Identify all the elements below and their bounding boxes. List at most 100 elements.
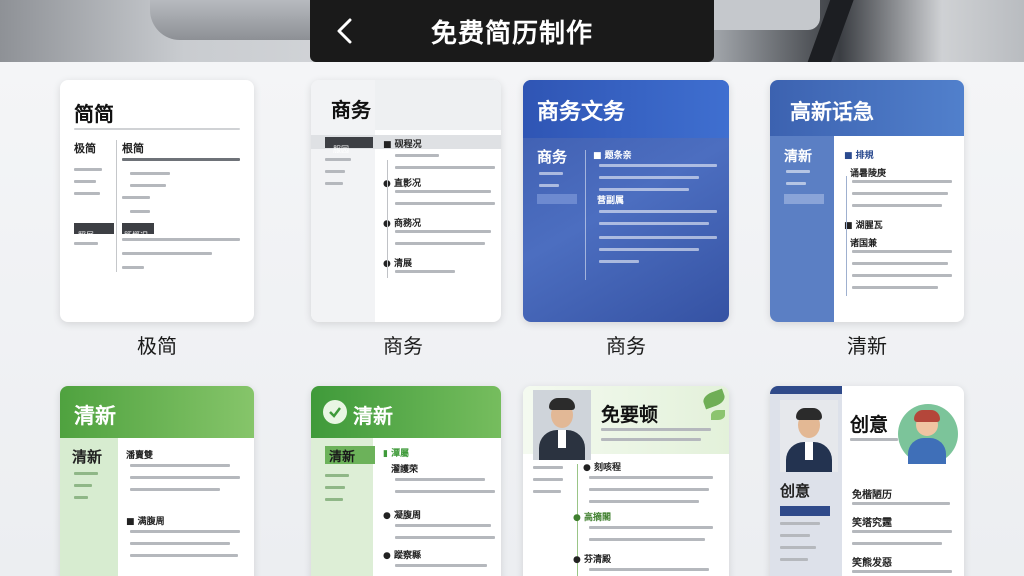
text-line bbox=[589, 538, 705, 541]
template-label[interactable]: 清新 bbox=[770, 330, 964, 359]
text-line bbox=[589, 476, 713, 479]
text-line bbox=[780, 522, 820, 525]
template-card-photo-green[interactable]: 免要顿 ● 刻咳程 ● 高摘閣 ● 芬清殿 bbox=[523, 386, 729, 576]
text-line bbox=[130, 210, 150, 213]
text-line bbox=[395, 154, 439, 157]
text-line bbox=[852, 204, 942, 207]
template-card-business[interactable]: 商务 服园 ■ 砚程况 ● 直影况 ● 商務况 ● 清展 bbox=[311, 80, 501, 322]
section-tag: 照展 bbox=[74, 223, 114, 240]
template-title: 简简 bbox=[74, 102, 114, 126]
text-line bbox=[395, 190, 491, 193]
side-heading: 极简 bbox=[74, 142, 96, 155]
text-line bbox=[130, 476, 240, 479]
text-line bbox=[780, 534, 810, 537]
text-line bbox=[539, 172, 563, 175]
text-line bbox=[122, 266, 144, 269]
section-heading: 诸国兼 bbox=[850, 239, 878, 249]
text-line bbox=[852, 570, 952, 573]
side-heading: 商务 bbox=[537, 148, 568, 166]
template-label[interactable]: 商务 bbox=[529, 330, 723, 359]
text-line bbox=[780, 546, 816, 549]
text-line bbox=[395, 478, 485, 481]
section-heading: ● 高摘閣 bbox=[573, 513, 611, 523]
section-heading: ▮ 潭屬 bbox=[383, 449, 410, 459]
template-card-fresh-green[interactable]: 清新 清新 潘賣雙 ■ 满腹周 bbox=[60, 386, 254, 576]
text-line bbox=[74, 472, 98, 475]
text-line bbox=[395, 166, 495, 169]
template-title: 清新 bbox=[353, 404, 393, 428]
section-heading: 免楷陋历 bbox=[852, 490, 892, 501]
text-line bbox=[852, 286, 938, 289]
text-line bbox=[74, 168, 102, 171]
text-line bbox=[599, 236, 717, 239]
text-line bbox=[852, 180, 952, 183]
template-title: 高新话急 bbox=[790, 100, 874, 124]
text-line bbox=[325, 170, 345, 173]
text-line bbox=[395, 202, 495, 205]
section-heading: ■ 满腹周 bbox=[126, 517, 165, 527]
template-label[interactable]: 商务 bbox=[306, 330, 500, 359]
section-heading: ● 蹤察縣 bbox=[383, 551, 421, 561]
text-line bbox=[601, 438, 701, 441]
text-line bbox=[395, 536, 495, 539]
text-line bbox=[74, 192, 100, 195]
section-heading: 笑塔究霆 bbox=[852, 518, 892, 529]
text-line bbox=[599, 188, 689, 191]
section-heading: ● 商務况 bbox=[383, 219, 421, 229]
text-line bbox=[599, 260, 639, 263]
chevron-left-icon bbox=[337, 18, 352, 44]
section-heading: ● 刻咳程 bbox=[583, 463, 621, 473]
section-heading: 潘賣雙 bbox=[126, 451, 154, 461]
title-bar: 免费简历制作 bbox=[310, 0, 714, 62]
text-line bbox=[122, 252, 212, 255]
template-card-minimal[interactable]: 简简 极简 根简 照展 既概况 bbox=[60, 80, 254, 322]
back-button[interactable] bbox=[330, 16, 360, 46]
text-line bbox=[395, 242, 485, 245]
text-line bbox=[130, 554, 238, 557]
section-heading: 笑熊发惡 bbox=[852, 558, 892, 569]
section-tag: 服园 bbox=[325, 137, 373, 154]
page-title: 免费简历制作 bbox=[430, 18, 593, 49]
avatar bbox=[780, 400, 838, 472]
template-label[interactable]: 极简 bbox=[60, 330, 254, 359]
text-line bbox=[395, 230, 491, 233]
text-line bbox=[589, 526, 713, 529]
text-line bbox=[325, 498, 343, 501]
text-line bbox=[395, 270, 455, 273]
text-line bbox=[589, 500, 699, 503]
desk-image bbox=[700, 0, 820, 30]
text-line bbox=[325, 182, 343, 185]
template-title: 免要顿 bbox=[601, 404, 659, 426]
column-divider bbox=[585, 150, 586, 280]
text-line bbox=[395, 490, 495, 493]
section-heading: ■ 排規 bbox=[844, 151, 874, 161]
text-line bbox=[395, 564, 487, 567]
section-heading: 诵暑陵庚 bbox=[850, 169, 887, 179]
text-line bbox=[780, 558, 808, 561]
text-line bbox=[599, 222, 709, 225]
template-title: 商务文务 bbox=[537, 100, 626, 125]
text-line bbox=[325, 474, 349, 477]
text-line bbox=[130, 184, 166, 187]
text-line bbox=[599, 176, 699, 179]
section-heading: ● 直影况 bbox=[383, 179, 421, 189]
template-card-business-blue[interactable]: 商务文务 商务 ■ 题条亲 营副属 bbox=[523, 80, 729, 322]
section-heading: 营副属 bbox=[597, 196, 625, 206]
tag-label: 照展 bbox=[78, 231, 94, 240]
template-card-creative[interactable]: 创意 创意 免楷陋历 笑塔究霆 笑熊发惡 bbox=[770, 386, 964, 576]
section-tag bbox=[784, 194, 824, 204]
text-line bbox=[852, 250, 952, 253]
tag-label: 服园 bbox=[333, 145, 349, 154]
side-heading: 创意 bbox=[780, 482, 811, 500]
text-line bbox=[130, 542, 230, 545]
template-card-fresh-green-2[interactable]: 清新 清新 ▮ 潭屬 濯護荣 ● 凝腹周 ● 蹤察縣 bbox=[311, 386, 501, 576]
text-line bbox=[599, 164, 717, 167]
template-grid: 简简 极简 根简 照展 既概况 极简 商务 服园 ■ 砚程况 ● 直影况 ● 商… bbox=[0, 62, 1024, 576]
text-line bbox=[74, 496, 88, 499]
template-card-fresh-blue[interactable]: 高新话急 清新 ■ 排規 诵暑陵庚 ■ 湖腥瓦 诸国兼 bbox=[770, 80, 964, 322]
avatar bbox=[533, 390, 591, 460]
text-line bbox=[852, 262, 948, 265]
template-title: 创意 bbox=[850, 414, 889, 436]
column-divider bbox=[116, 140, 117, 272]
text-line bbox=[599, 210, 717, 213]
